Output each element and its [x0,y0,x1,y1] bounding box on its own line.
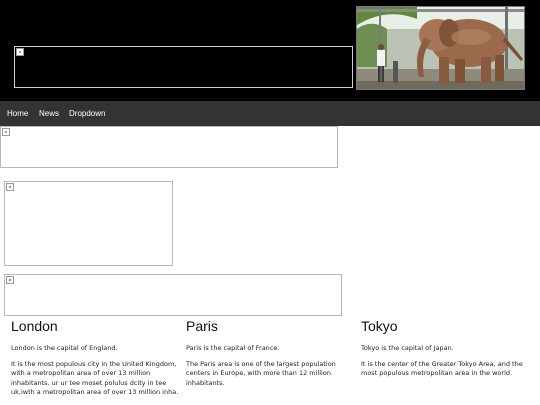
broken-image-icon [6,183,14,191]
content-image-2 [4,181,173,266]
city-column-tokyo: Tokyo Tokyo is the capital of Japan. It … [361,318,533,385]
city-heading: London [11,318,58,334]
city-paragraph: Paris is the capital of France. [186,344,280,352]
nav-dropdown-button[interactable]: Dropdown [69,101,105,126]
city-column-paris: Paris Paris is the capital of France. Th… [186,318,358,394]
nav-home-link[interactable]: Home [7,101,28,126]
elephant-statue-illustration [357,7,524,89]
broken-image-icon [6,276,14,284]
elephant-statue-photo [356,6,525,90]
city-paragraph: It is the most populous city in the Unit… [11,359,179,397]
city-column-london: London London is the capital of England.… [11,318,183,404]
city-heading: Tokyo [361,318,398,334]
city-heading: Paris [186,318,218,334]
nav-news-link[interactable]: News [39,101,59,126]
navbar: Home News Dropdown [0,101,540,126]
city-paragraph: It is the center of the Greater Tokyo Ar… [361,359,523,378]
header-logo-image [14,46,353,88]
header-banner [0,0,540,101]
city-paragraph: London is the capital of England. [11,344,118,352]
city-paragraph: The Paris area is one of the largest pop… [186,359,336,387]
broken-image-icon [2,128,10,136]
broken-image-icon [16,48,24,56]
content-image-3 [4,274,342,316]
city-paragraph: Tokyo is the capital of Japan. [361,344,454,352]
content-image-1 [0,126,338,168]
